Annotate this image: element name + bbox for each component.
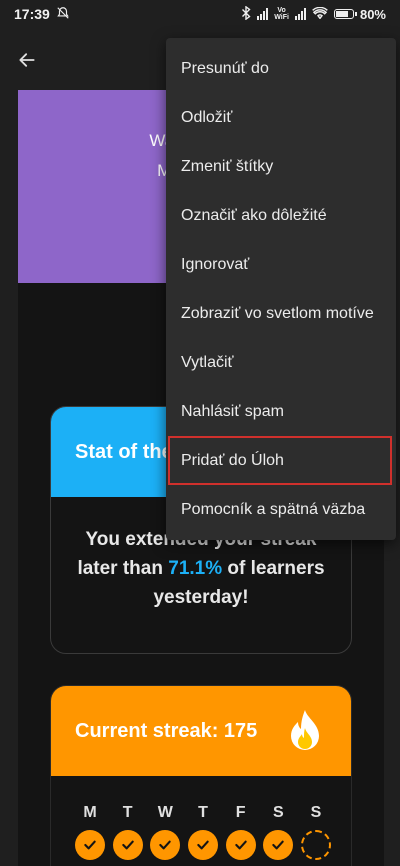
- vowifi-top: Vo: [277, 7, 286, 14]
- menu-item-snooze[interactable]: Odložiť: [166, 93, 396, 142]
- signal-icon-2: [294, 8, 306, 20]
- notifications-muted-icon: [56, 6, 70, 23]
- menu-item-mark-important[interactable]: Označiť ako dôležité: [166, 191, 396, 240]
- check-icon: [159, 840, 172, 850]
- wifi-icon: [312, 6, 328, 22]
- streak-card: Current streak: 175 M T W T F S S: [50, 685, 352, 866]
- weekday-label: S: [310, 804, 322, 821]
- streak-day-complete: [263, 830, 294, 860]
- streak-day-complete: [150, 830, 181, 860]
- weekday-label: T: [122, 804, 133, 821]
- vowifi-icon: Vo WiFi: [274, 7, 289, 21]
- status-bar: 17:39 Vo WiFi 80%: [0, 0, 400, 28]
- streak-card-header: Current streak: 175: [51, 686, 351, 776]
- streak-day-pending: [300, 830, 331, 860]
- streak-day-complete: [112, 830, 143, 860]
- menu-item-move-to[interactable]: Presunúť do: [166, 44, 396, 93]
- menu-item-help-feedback[interactable]: Pomocník a spätná väzba: [166, 485, 396, 534]
- check-icon: [197, 840, 209, 850]
- signal-icon: [257, 8, 269, 20]
- weekday-label: S: [272, 804, 284, 821]
- check-icon: [121, 840, 134, 850]
- weekday-label: M: [83, 804, 97, 821]
- streak-day-complete: [75, 830, 105, 860]
- streak-checks-row: [75, 830, 331, 860]
- flame-icon: [287, 708, 323, 758]
- streak-title: Current streak: 175: [75, 719, 258, 742]
- menu-item-report-spam[interactable]: Nahlásiť spam: [166, 387, 396, 436]
- menu-item-print[interactable]: Vytlačiť: [166, 338, 396, 387]
- weekday-label: W: [157, 804, 173, 821]
- check-icon: [234, 840, 247, 850]
- back-button[interactable]: [12, 45, 42, 75]
- menu-item-change-labels[interactable]: Zmeniť štítky: [166, 142, 396, 191]
- vowifi-bottom: WiFi: [274, 14, 289, 21]
- battery-icon: [333, 9, 357, 19]
- stat-percent: 71.1%: [168, 558, 223, 579]
- streak-day-complete: [225, 830, 256, 860]
- check-icon: [84, 840, 96, 850]
- menu-item-add-to-tasks[interactable]: Pridať do Úloh: [168, 436, 392, 485]
- check-icon: [272, 840, 285, 850]
- bluetooth-icon: [241, 4, 251, 23]
- weekday-row: M T W T F S S: [75, 804, 331, 822]
- menu-item-view-light-theme[interactable]: Zobraziť vo svetlom motíve: [166, 289, 396, 338]
- menu-item-mute[interactable]: Ignorovať: [166, 240, 396, 289]
- arrow-left-icon: [19, 53, 35, 67]
- status-time: 17:39: [14, 6, 50, 22]
- overflow-menu: Presunúť do Odložiť Zmeniť štítky Označi…: [166, 38, 396, 540]
- battery-percent: 80%: [359, 6, 386, 22]
- streak-day-complete: [187, 830, 218, 860]
- weekday-label: T: [198, 804, 208, 821]
- weekday-label: F: [235, 804, 246, 821]
